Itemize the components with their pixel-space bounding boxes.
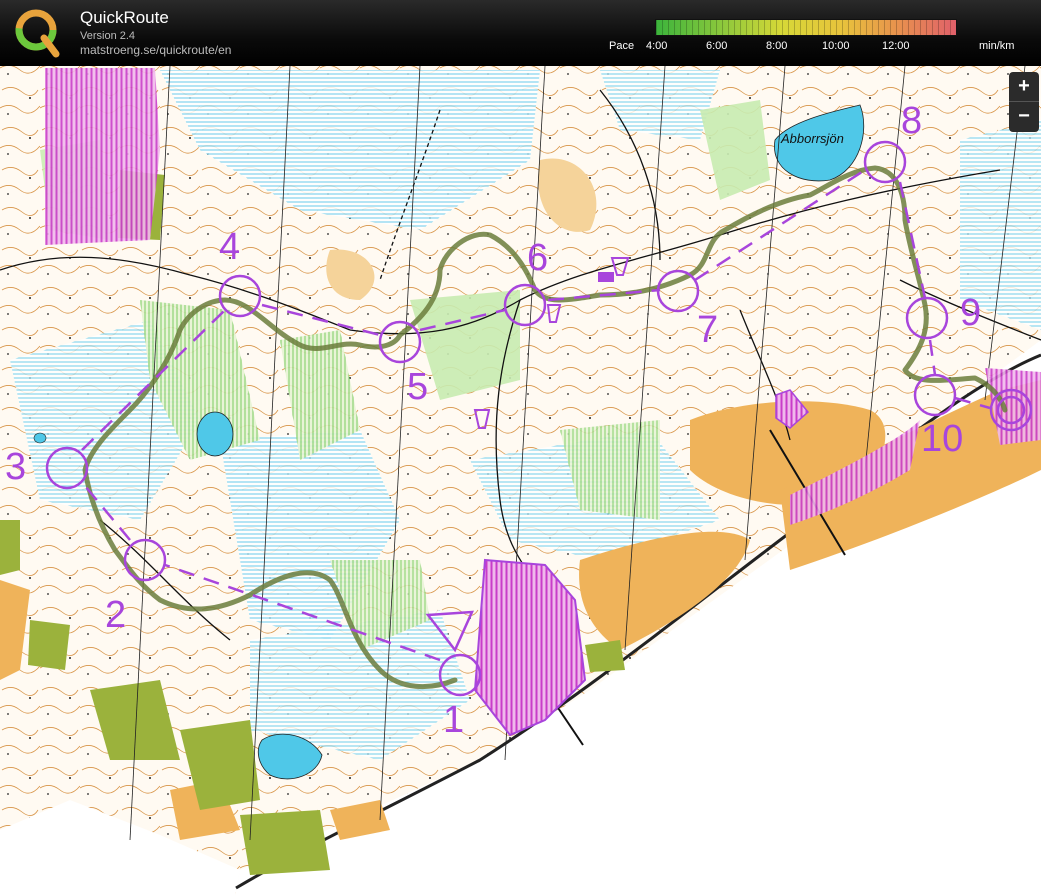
zoom-in-button[interactable]: + (1009, 72, 1039, 102)
pace-tick: 8:00 (766, 40, 788, 52)
control-number-7: 7 (697, 309, 719, 351)
control-number-3: 3 (5, 446, 27, 488)
pace-unit: min/km (979, 40, 1015, 52)
control-number-2: 2 (105, 594, 127, 636)
control-number-6: 6 (527, 237, 549, 279)
control-number-1: 1 (443, 699, 465, 741)
app-version: Version 2.4 (80, 30, 136, 42)
pace-tick: 4:00 (646, 40, 668, 52)
control-number-5: 5 (407, 366, 429, 408)
pace-label: Pace (609, 40, 635, 52)
pace-tick: 12:00 (882, 40, 910, 52)
quickroute-app: QuickRoute Version 2.4 matstroeng.se/qui… (0, 0, 1041, 896)
pace-tick: 6:00 (706, 40, 728, 52)
header-bar: QuickRoute Version 2.4 matstroeng.se/qui… (0, 0, 1041, 66)
control-number-10: 10 (921, 418, 964, 460)
app-url[interactable]: matstroeng.se/quickroute/en (80, 43, 231, 57)
quickroute-logo (15, 9, 60, 58)
lake-name-label: Abborrsjön (781, 131, 844, 146)
pace-tick: 10:00 (822, 40, 850, 52)
zoom-control: + − (1009, 72, 1039, 132)
zoom-out-button[interactable]: − (1009, 102, 1039, 131)
pace-color-scale (655, 19, 957, 36)
app-title: QuickRoute (80, 8, 169, 27)
map-view[interactable]: 1 2 3 4 5 6 7 8 9 10 Abborrsjön (0, 66, 1041, 896)
control-number-4: 4 (219, 226, 241, 268)
control-number-8: 8 (901, 100, 923, 142)
orienteering-map[interactable] (0, 66, 1041, 896)
control-number-9: 9 (960, 292, 982, 334)
